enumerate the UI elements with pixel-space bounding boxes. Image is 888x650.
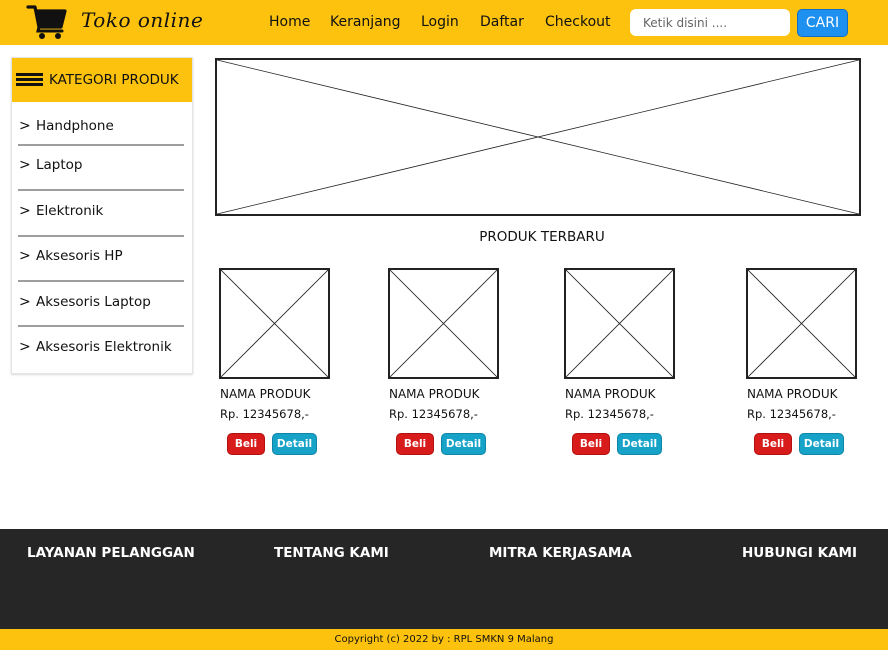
product-price: Rp. 12345678,- [565, 407, 654, 421]
product-card: NAMA PRODUK Rp. 12345678,- Beli Detail [564, 268, 704, 458]
detail-button[interactable]: Detail [272, 433, 317, 455]
category-sidebar: KATEGORI PRODUK > Handphone > Laptop > E… [11, 57, 193, 374]
product-image[interactable] [746, 268, 857, 379]
buy-button[interactable]: Beli [572, 433, 610, 455]
product-name: NAMA PRODUK [565, 387, 656, 401]
image-placeholder-icon [748, 270, 855, 377]
product-card: NAMA PRODUK Rp. 12345678,- Beli Detail [388, 268, 528, 458]
product-name: NAMA PRODUK [747, 387, 838, 401]
sidebar-item-aksesoris-hp[interactable]: > Aksesoris HP [18, 245, 184, 267]
header-bar: Toko online Home Keranjang Login Daftar … [0, 0, 888, 45]
chevron-right-icon: > [19, 203, 31, 219]
divider [18, 144, 184, 146]
sidebar-item-handphone[interactable]: > Handphone [18, 115, 184, 137]
search-input[interactable] [630, 9, 790, 36]
chevron-right-icon: > [19, 248, 31, 264]
divider [18, 189, 184, 191]
sidebar-item-label: Aksesoris Laptop [36, 294, 151, 310]
footer-heading-mitra-kerjasama[interactable]: MITRA KERJASAMA [489, 545, 632, 561]
sidebar-header: KATEGORI PRODUK [12, 58, 192, 102]
footer-heading-hubungi-kami[interactable]: HUBUNGI KAMI [742, 545, 857, 561]
sidebar-item-label: Aksesoris HP [36, 248, 123, 264]
detail-button[interactable]: Detail [617, 433, 662, 455]
sidebar-item-aksesoris-laptop[interactable]: > Aksesoris Laptop [18, 291, 184, 313]
copyright-text: Copyright (c) 2022 by : RPL SMKN 9 Malan… [0, 629, 888, 650]
section-title: PRODUK TERBARU [479, 229, 605, 245]
product-price: Rp. 12345678,- [747, 407, 836, 421]
buy-button[interactable]: Beli [754, 433, 792, 455]
product-card: NAMA PRODUK Rp. 12345678,- Beli Detail [219, 268, 359, 458]
nav-login[interactable]: Login [421, 14, 459, 30]
image-placeholder-icon [217, 60, 859, 214]
detail-button[interactable]: Detail [799, 433, 844, 455]
footer: LAYANAN PELANGGAN TENTANG KAMI MITRA KER… [0, 529, 888, 629]
product-card: NAMA PRODUK Rp. 12345678,- Beli Detail [746, 268, 886, 458]
product-price: Rp. 12345678,- [220, 407, 309, 421]
buy-button[interactable]: Beli [396, 433, 434, 455]
product-image[interactable] [388, 268, 499, 379]
nav-home[interactable]: Home [269, 14, 310, 30]
sidebar-title: KATEGORI PRODUK [49, 72, 179, 88]
nav-daftar[interactable]: Daftar [480, 14, 524, 30]
product-image[interactable] [219, 268, 330, 379]
image-placeholder-icon [390, 270, 497, 377]
nav-keranjang[interactable]: Keranjang [330, 14, 401, 30]
nav-checkout[interactable]: Checkout [545, 14, 611, 30]
product-name: NAMA PRODUK [220, 387, 311, 401]
sidebar-item-aksesoris-elektronik[interactable]: > Aksesoris Elektronik [18, 336, 184, 358]
banner-placeholder [215, 58, 861, 216]
chevron-right-icon: > [19, 294, 31, 310]
chevron-right-icon: > [19, 339, 31, 355]
sidebar-item-laptop[interactable]: > Laptop [18, 154, 184, 176]
brand-name[interactable]: Toko online [81, 8, 203, 32]
search-button[interactable]: CARI [797, 9, 848, 37]
chevron-right-icon: > [19, 157, 31, 173]
image-placeholder-icon [221, 270, 328, 377]
footer-heading-tentang-kami[interactable]: TENTANG KAMI [274, 545, 389, 561]
sidebar-item-label: Elektronik [36, 203, 104, 219]
divider [18, 325, 184, 327]
product-name: NAMA PRODUK [389, 387, 480, 401]
image-placeholder-icon [566, 270, 673, 377]
divider [18, 235, 184, 237]
sidebar-item-elektronik[interactable]: > Elektronik [18, 200, 184, 222]
detail-button[interactable]: Detail [441, 433, 486, 455]
footer-heading-layanan-pelanggan[interactable]: LAYANAN PELANGGAN [27, 545, 195, 561]
chevron-right-icon: > [19, 118, 31, 134]
sidebar-item-label: Handphone [36, 118, 114, 134]
sidebar-item-label: Aksesoris Elektronik [36, 339, 172, 355]
divider [18, 280, 184, 282]
sidebar-item-label: Laptop [36, 157, 83, 173]
product-price: Rp. 12345678,- [389, 407, 478, 421]
product-image[interactable] [564, 268, 675, 379]
hamburger-icon [16, 73, 43, 87]
buy-button[interactable]: Beli [227, 433, 265, 455]
shopping-cart-icon[interactable] [26, 2, 68, 40]
